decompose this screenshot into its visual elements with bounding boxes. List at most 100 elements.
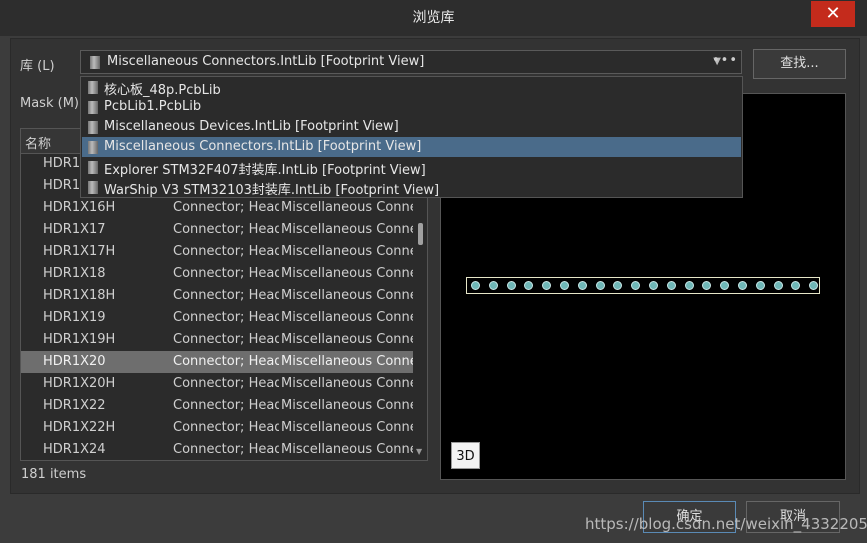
footprint-outline [466,277,820,294]
footprint-name: HDR1X20 [43,354,106,369]
footprint-name: HDR1X17 [43,222,106,237]
footprint-description: Connector; Header [173,442,279,457]
footprint-name: HDR1X24 [43,442,106,457]
dropdown-item[interactable]: Explorer STM32F407封装库.IntLib [Footprint … [82,157,741,178]
dropdown-item-label: WarShip V3 STM32103封装库.IntLib [Footprint… [104,183,440,198]
dropdown-item[interactable]: 核心板_48p.PcbLib [82,77,741,98]
watermark: https://blog.csdn.net/weixin_43322056 [585,515,867,533]
footprint-name: HDR1X17H [43,244,116,259]
footprint-description: Connector; Header [173,200,279,215]
table-row[interactable]: HDR1X18 Connector; HeaderMiscellaneous Co… [21,263,413,285]
item-count: 181 items [21,467,87,482]
pad [755,281,765,290]
dropdown-item[interactable]: PcbLib1.PcbLib [82,97,741,117]
footprint-library: Miscellaneous Connectors.IntLib [281,288,413,303]
footprint-library: Miscellaneous Connectors.IntLib [281,332,413,347]
table-row[interactable]: HDR1X17 Connector; HeaderMiscellaneous Co… [21,219,413,241]
pad [524,281,534,290]
pad [613,281,623,290]
library-selected-value: Miscellaneous Connectors.IntLib [Footpri… [107,54,425,69]
footprint-name: HDR1X18H [43,288,116,303]
table-row[interactable]: HDR1X24 Connector; HeaderMiscellaneous Co… [21,439,413,460]
dropdown-item-label: PcbLib1.PcbLib [104,99,202,114]
footprint-library: Miscellaneous Connectors.IntLib [281,398,413,413]
column-header-name[interactable]: 名称 [25,133,51,152]
close-button[interactable]: ✕ [811,1,855,27]
footprint-library: Miscellaneous Connectors.IntLib [281,244,413,259]
footprint-description: Connector; Header [173,288,279,303]
pad [506,281,516,290]
library-icon [88,101,98,114]
more-options-icon[interactable]: ••• [712,53,738,68]
footprint-name: HDR1X18 [43,266,106,281]
3d-button[interactable]: 3D [451,442,480,469]
mask-label: Mask (M) [20,96,79,111]
library-icon [90,56,100,69]
pad [684,281,694,290]
library-label: 库 (L) [20,59,55,74]
pad [577,281,587,290]
dropdown-item[interactable]: Miscellaneous Devices.IntLib [Footprint … [82,117,741,137]
footprint-description: Connector; Header [173,332,279,347]
library-icon [88,141,98,154]
pad [720,281,730,290]
table-row[interactable]: HDR1X19H Connector; HeaderMiscellaneous C… [21,329,413,351]
table-row[interactable]: HDR1X20 Connector; HeaderMiscellaneous Co… [21,351,413,373]
footprint-library: Miscellaneous Connectors.IntLib [281,222,413,237]
pad [560,281,569,290]
dropdown-item[interactable]: Miscellaneous Connectors.IntLib [Footpri… [82,137,741,157]
footprint-library: Miscellaneous Connectors.IntLib [281,200,413,215]
footprint-description: Connector; Header [173,420,279,435]
title-bar: 浏览库 ✕ [0,0,867,36]
table-row[interactable]: HDR1X17H Connector; HeaderMiscellaneous C… [21,241,413,263]
dropdown-item-label: Miscellaneous Devices.IntLib [Footprint … [104,119,399,134]
footprint-library: Miscellaneous Connectors.IntLib [281,376,413,391]
library-combobox[interactable]: Miscellaneous Connectors.IntLib [Footpri… [80,50,742,74]
pad [773,281,783,290]
footprint-name: HDR1X22 [43,398,106,413]
footprint-name: HDR1X19 [43,310,106,325]
footprint-description: Connector; Header [173,354,279,369]
footprint-description: Connector; Header [173,244,279,259]
table-row[interactable]: HDR1X22H Connector; HeaderMiscellaneous C… [21,417,413,439]
pad [809,281,819,290]
list-scrollbar[interactable]: ▼ [415,153,427,460]
pad [471,281,480,290]
scrollbar-thumb[interactable] [418,223,423,245]
library-icon [88,161,98,174]
library-icon [88,81,98,94]
footprint-library: Miscellaneous Connectors.IntLib [281,310,413,325]
dropdown-item-label: 核心板_48p.PcbLib [104,83,221,98]
footprint-name: HDR1X16H [43,200,116,215]
footprint-description: Connector; Header [173,398,279,413]
library-icon [88,121,98,134]
pad [595,281,605,290]
pad [488,281,498,290]
library-dropdown: 核心板_48p.PcbLib PcbLib1.PcbLib Miscellaneou… [80,76,743,198]
dropdown-item-label: Miscellaneous Connectors.IntLib [Footpri… [104,139,422,154]
footprint-name: HDR1X20H [43,376,116,391]
find-button[interactable]: 查找... [753,49,846,79]
footprint-description: Connector; Header [173,222,279,237]
pad [542,281,552,290]
pad [791,281,801,290]
table-row[interactable]: HDR1X18H Connector; HeaderMiscellaneous C… [21,285,413,307]
pad [649,281,658,290]
dropdown-item-label: Explorer STM32F407封装库.IntLib [Footprint … [104,163,426,178]
library-icon [88,181,98,194]
table-row[interactable]: HDR1X22 Connector; HeaderMiscellaneous Co… [21,395,413,417]
dropdown-item[interactable]: WarShip V3 STM32103封装库.IntLib [Footprint… [82,177,741,198]
table-row[interactable]: HDR1X20H Connector; HeaderMiscellaneous C… [21,373,413,395]
table-row[interactable]: HDR1X16H Connector; HeaderMiscellaneous C… [21,197,413,219]
pad [738,281,747,290]
scroll-down-icon[interactable]: ▼ [416,447,422,456]
footprint-name: HDR1X19H [43,332,116,347]
table-row[interactable]: HDR1X19 Connector; HeaderMiscellaneous Co… [21,307,413,329]
footprint-description: Connector; Header [173,376,279,391]
window-title: 浏览库 [412,10,455,26]
pad [702,281,712,290]
footprint-name: HDR1X22H [43,420,116,435]
footprint-description: Connector; Header [173,310,279,325]
pad [631,281,641,290]
footprint-description: Connector; Header [173,266,279,281]
